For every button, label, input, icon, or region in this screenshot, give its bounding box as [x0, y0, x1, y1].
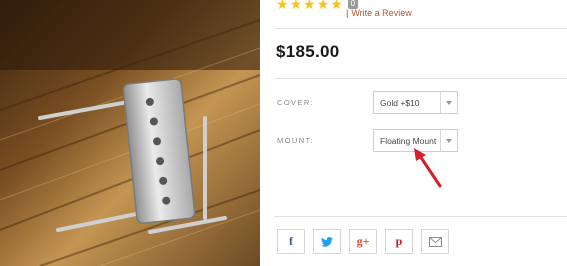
facebook-share-button[interactable]: f [277, 229, 305, 254]
chevron-down-icon [440, 92, 457, 113]
star-icon: ★ [330, 0, 343, 12]
cover-label: COVER: [277, 98, 315, 107]
cover-select-value: Gold +$10 [380, 98, 420, 108]
divider [274, 28, 567, 29]
twitter-icon [321, 236, 333, 247]
product-price: $185.00 [276, 42, 340, 61]
envelope-icon [428, 236, 442, 247]
pinterest-icon: p [395, 234, 403, 248]
write-review-link[interactable]: | Write a Review [346, 8, 412, 18]
review-separator: | [346, 8, 349, 18]
star-icon: ★ [276, 0, 289, 12]
facebook-icon: f [289, 234, 293, 248]
divider [274, 78, 567, 79]
cover-select[interactable]: Gold +$10 [373, 91, 458, 114]
star-icon: ★ [303, 0, 316, 12]
google-plus-icon: g+ [356, 234, 370, 248]
product-details-panel: ★ ★ ★ ★ ★ 0 | Write a Review $185.00 COVE… [260, 0, 567, 266]
mount-select-value: Floating Mount [380, 136, 437, 146]
twitter-share-button[interactable] [313, 229, 341, 254]
product-image[interactable] [0, 0, 260, 266]
divider [274, 216, 567, 217]
write-review-label: Write a Review [351, 8, 412, 18]
star-icon: ★ [316, 0, 330, 12]
pinterest-share-button[interactable]: p [385, 229, 413, 254]
google-plus-share-button[interactable]: g+ [349, 229, 377, 254]
red-arrow-icon [414, 148, 442, 188]
email-share-button[interactable] [421, 229, 449, 254]
mount-label: MOUNT: [277, 136, 315, 145]
star-icon: ★ [289, 0, 303, 12]
